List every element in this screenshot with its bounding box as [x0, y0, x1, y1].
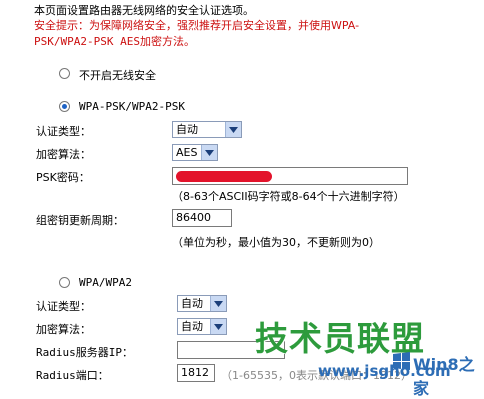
chevron-down-icon [225, 122, 241, 137]
chevron-down-icon [210, 319, 226, 334]
group-key-period-label: 组密钥更新周期： [36, 214, 124, 227]
chevron-down-icon [201, 145, 217, 160]
radius-port-input[interactable]: 1812 [177, 364, 215, 382]
psk-auth-type-select[interactable]: 自动 [172, 121, 242, 138]
group-key-period-input[interactable]: 86400 [172, 209, 232, 227]
watermark-site-url: www.jsgho.com [318, 362, 451, 380]
wpa-encryption-value: 自动 [181, 320, 203, 333]
wpa-encryption-label: 加密算法： [36, 323, 91, 336]
radius-ip-label: Radius服务器IP： [36, 346, 133, 359]
wpa-encryption-select[interactable]: 自动 [177, 318, 227, 335]
radio-no-security[interactable] [59, 68, 70, 79]
psk-password-label: PSK密码： [36, 171, 90, 184]
wpa-psk-label: WPA-PSK/WPA2-PSK [79, 100, 185, 113]
wpa-auth-type-value: 自动 [181, 297, 203, 310]
psk-encryption-value: AES [176, 146, 198, 159]
intro-text: 本页面设置路由器无线网络的安全认证选项。 [34, 4, 254, 17]
group-key-period-hint: （单位为秒，最小值为30，不更新则为0） [172, 236, 380, 249]
redaction-mark [176, 171, 272, 182]
psk-encryption-label: 加密算法： [36, 148, 91, 161]
radio-wpa-psk[interactable] [59, 101, 70, 112]
wpa-auth-type-label: 认证类型： [36, 300, 91, 313]
psk-password-input[interactable] [172, 167, 408, 185]
psk-auth-type-label: 认证类型： [36, 125, 91, 138]
wpa-label: WPA/WPA2 [79, 276, 132, 289]
wpa-auth-type-select[interactable]: 自动 [177, 295, 227, 312]
psk-auth-type-value: 自动 [176, 123, 198, 136]
radio-wpa[interactable] [59, 277, 70, 288]
security-warning-line-1: 安全提示：为保障网络安全，强烈推荐开启安全设置，并使用WPA- [34, 19, 360, 32]
chevron-down-icon [210, 296, 226, 311]
psk-encryption-select[interactable]: AES [172, 144, 218, 161]
security-warning-line-2: PSK/WPA2-PSK AES加密方法。 [34, 35, 195, 48]
no-security-label: 不开启无线安全 [79, 69, 156, 82]
psk-password-hint: （8-63个ASCII码字符或8-64个十六进制字符） [172, 190, 405, 203]
